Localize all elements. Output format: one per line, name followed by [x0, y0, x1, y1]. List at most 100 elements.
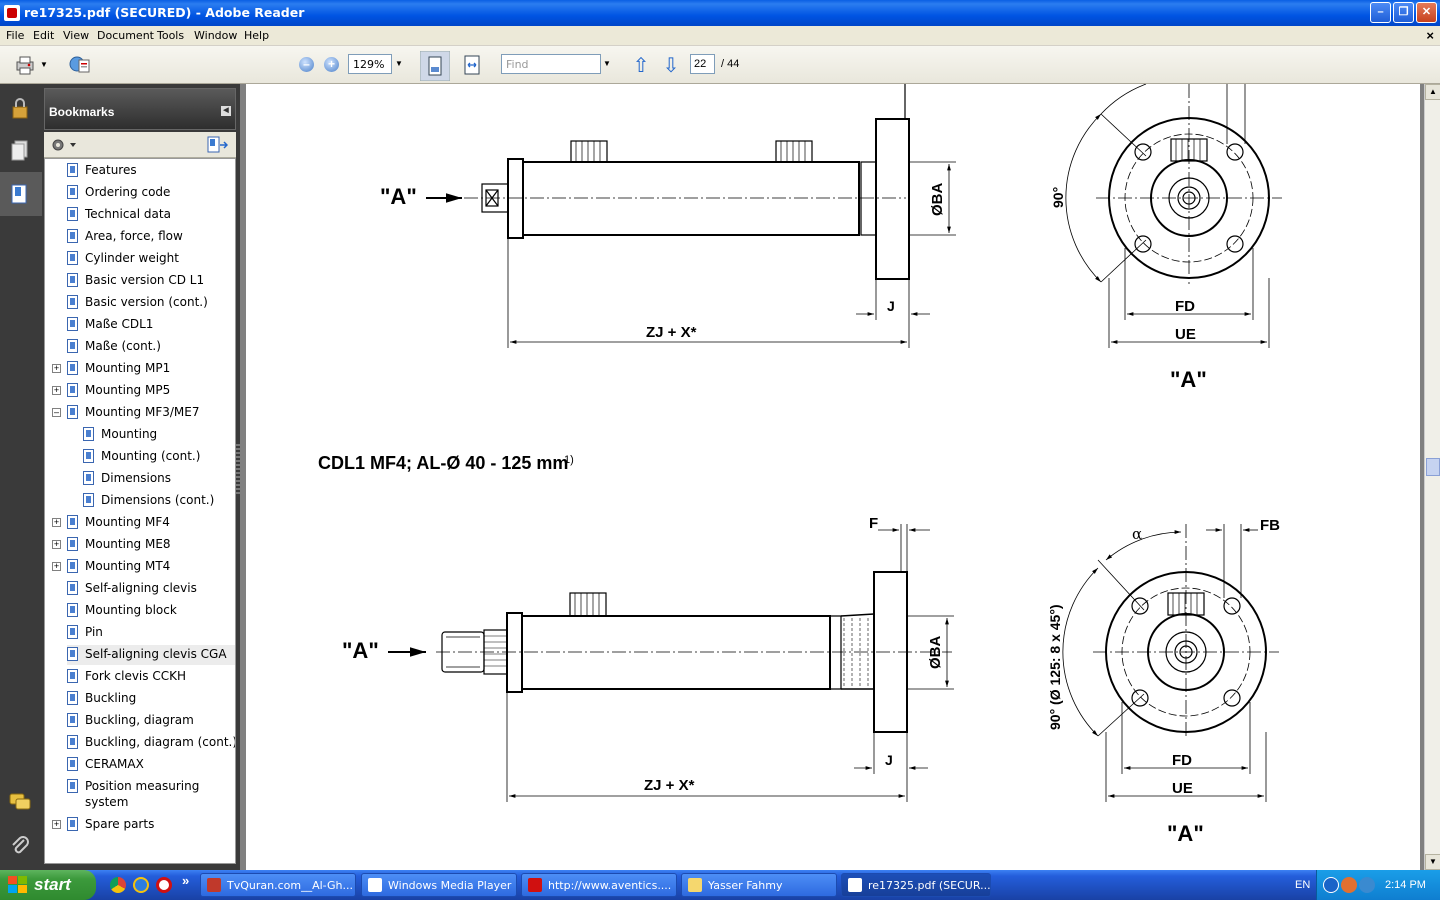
bookmark-icon	[67, 581, 78, 595]
menu-file[interactable]: File	[6, 29, 24, 42]
taskbar-button[interactable]: re17325.pdf (SECUR...	[841, 873, 991, 897]
scroll-thumb[interactable]	[1426, 458, 1440, 476]
taskbar-button[interactable]: http://www.aventics....	[521, 873, 677, 897]
expand-icon[interactable]: +	[52, 518, 61, 527]
tray-app-icon[interactable]	[1341, 877, 1357, 893]
previous-page-button[interactable]: ⇧	[630, 55, 652, 77]
expand-icon[interactable]: +	[52, 562, 61, 571]
quick-launch-more-icon[interactable]: »	[182, 873, 189, 888]
zoom-out-button[interactable]: –	[299, 57, 314, 72]
bookmark-item[interactable]: Position measuring system	[67, 777, 235, 813]
menu-window[interactable]: Window	[194, 29, 237, 42]
expand-bookmark-icon[interactable]	[206, 136, 228, 154]
bookmark-item[interactable]: Pin	[67, 623, 235, 643]
lock-icon[interactable]	[8, 96, 32, 120]
bookmark-item[interactable]: Basic version (cont.)	[67, 293, 235, 313]
options-gear-icon[interactable]	[50, 137, 76, 153]
bookmark-item[interactable]: Spare parts	[67, 815, 235, 835]
bookmark-item[interactable]: Buckling, diagram	[67, 711, 235, 731]
top-dim-zj: ZJ + X*	[646, 324, 697, 341]
collapse-icon[interactable]: –	[52, 408, 61, 417]
collapse-panel-icon[interactable]: ◀	[221, 106, 231, 116]
zoom-level-field[interactable]: 129%	[348, 54, 392, 74]
zoom-dropdown-icon[interactable]: ▼	[393, 54, 405, 74]
bookmark-icon	[67, 757, 78, 771]
bookmark-item[interactable]: Fork clevis CCKH	[67, 667, 235, 687]
bookmark-item[interactable]: Mounting MP1	[67, 359, 235, 379]
fit-page-icon[interactable]	[420, 51, 450, 81]
vertical-scrollbar[interactable]: ▲ ▼	[1424, 84, 1440, 870]
page-total: / 44	[721, 58, 740, 70]
bottom-angle-label: 90° (Ø 125: 8 x 45°)	[1047, 604, 1063, 730]
fit-width-icon[interactable]	[461, 54, 483, 76]
page-number-input[interactable]: 22	[690, 54, 715, 74]
taskbar-button-label: Windows Media Player	[388, 879, 512, 892]
bottom-end-view-label: "A"	[1167, 821, 1204, 846]
scroll-down-icon[interactable]: ▼	[1425, 854, 1440, 870]
bookmark-item[interactable]: Mounting block	[67, 601, 235, 621]
tray-network-icon[interactable]	[1359, 877, 1375, 893]
document-close-icon[interactable]: ×	[1426, 28, 1434, 43]
maximize-button[interactable]: ❐	[1393, 2, 1414, 23]
next-page-button[interactable]: ⇩	[660, 55, 682, 77]
bookmark-icon	[67, 405, 78, 419]
bookmark-item[interactable]: Self-aligning clevis	[67, 579, 235, 599]
zoom-in-button[interactable]: +	[324, 57, 339, 72]
bookmark-item[interactable]: Buckling, diagram (cont.)	[67, 733, 235, 753]
expand-icon[interactable]: +	[52, 364, 61, 373]
comments-icon[interactable]	[8, 790, 32, 814]
bookmark-item[interactable]: Mounting (cont.)	[83, 447, 235, 467]
bookmark-item[interactable]: Cylinder weight	[67, 249, 235, 269]
taskbar-button[interactable]: Windows Media Player	[361, 873, 517, 897]
minimize-button[interactable]: –	[1370, 2, 1391, 23]
bookmark-item[interactable]: Mounting MT4	[67, 557, 235, 577]
print-dropdown-icon[interactable]: ▼	[38, 55, 50, 75]
menu-view[interactable]: View	[63, 29, 89, 42]
bookmark-item[interactable]: Maße (cont.)	[67, 337, 235, 357]
bookmark-item[interactable]: Technical data	[67, 205, 235, 225]
bookmark-item[interactable]: Self-aligning clevis CGA	[67, 645, 235, 665]
print-icon[interactable]	[14, 54, 36, 76]
expand-icon[interactable]: +	[52, 820, 61, 829]
bookmark-icon	[83, 427, 94, 441]
bookmark-label: Features	[85, 163, 137, 177]
language-indicator[interactable]: EN	[1295, 879, 1310, 891]
bookmark-item[interactable]: Dimensions	[83, 469, 235, 489]
taskbar-button[interactable]: Yasser Fahmy	[681, 873, 837, 897]
bookmark-item[interactable]: Mounting MF4	[67, 513, 235, 533]
opera-icon[interactable]	[156, 877, 172, 893]
collaborate-icon[interactable]	[68, 54, 90, 76]
bookmark-item[interactable]: Features	[67, 161, 235, 181]
menu-tools[interactable]: Tools	[157, 29, 184, 42]
start-button[interactable]: start	[0, 870, 96, 900]
bookmark-label: Mounting MP1	[85, 361, 171, 375]
chrome-icon[interactable]	[110, 877, 126, 893]
bookmark-item[interactable]: Mounting	[83, 425, 235, 445]
bookmark-item[interactable]: Maße CDL1	[67, 315, 235, 335]
menu-edit[interactable]: Edit	[33, 29, 54, 42]
bookmark-item[interactable]: Mounting ME8	[67, 535, 235, 555]
pages-icon[interactable]	[8, 138, 32, 162]
bookmark-item[interactable]: Ordering code	[67, 183, 235, 203]
internet-explorer-icon[interactable]	[133, 877, 149, 893]
bookmark-icon	[67, 691, 78, 705]
bookmark-item[interactable]: Area, force, flow	[67, 227, 235, 247]
find-dropdown-icon[interactable]: ▼	[601, 54, 613, 74]
menu-help[interactable]: Help	[244, 29, 269, 42]
bookmark-item[interactable]: Mounting MF3/ME7	[67, 403, 235, 423]
bookmark-item[interactable]: CERAMAX	[67, 755, 235, 775]
bookmark-item[interactable]: Dimensions (cont.)	[83, 491, 235, 511]
find-input[interactable]: Find	[501, 54, 601, 74]
tray-back-icon[interactable]	[1323, 877, 1339, 893]
bookmark-item[interactable]: Mounting MP5	[67, 381, 235, 401]
close-button[interactable]: ✕	[1416, 2, 1437, 23]
bookmarks-tab[interactable]	[0, 172, 42, 216]
expand-icon[interactable]: +	[52, 386, 61, 395]
scroll-up-icon[interactable]: ▲	[1425, 84, 1440, 100]
attachments-icon[interactable]	[8, 834, 32, 858]
bookmark-item[interactable]: Basic version CD L1	[67, 271, 235, 291]
bookmark-item[interactable]: Buckling	[67, 689, 235, 709]
menu-document[interactable]: Document	[97, 29, 154, 42]
expand-icon[interactable]: +	[52, 540, 61, 549]
taskbar-button[interactable]: TvQuran.com__Al-Gh...	[200, 873, 356, 897]
